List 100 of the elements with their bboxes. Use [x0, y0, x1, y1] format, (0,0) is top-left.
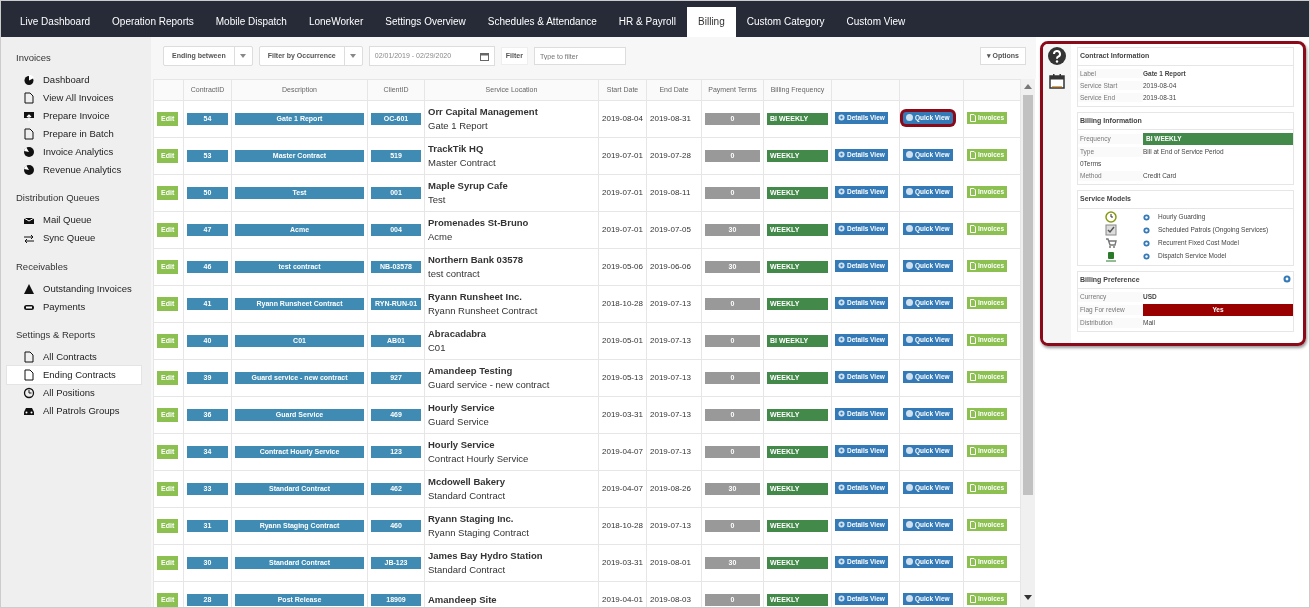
document-icon [970, 113, 976, 122]
start-date: 2019-03-31 [602, 410, 643, 420]
section-heading: Settings & Reports [16, 327, 97, 342]
pie-chart-icon [23, 146, 35, 159]
caret-icon[interactable] [240, 54, 247, 58]
document-icon [23, 128, 35, 141]
sidebar-item[interactable]: Revenue Analytics [7, 161, 141, 180]
car-icon [23, 405, 35, 417]
sidebar-item[interactable]: Mail Queue [7, 211, 141, 230]
end-date: 2019-07-13 [650, 373, 691, 383]
document-icon [970, 372, 976, 381]
location-description: Guard service - new contract [428, 378, 551, 392]
start-date: 2018-10-28 [602, 299, 643, 309]
gear-icon [838, 114, 845, 122]
info-icon [906, 151, 913, 159]
location-name: Northern Bank 03578 [428, 252, 525, 267]
sidebar-item[interactable]: Sync Queue [7, 229, 141, 248]
end-date: 2019-07-13 [650, 521, 691, 531]
start-date: 2019-07-01 [602, 151, 643, 161]
gear-icon [838, 521, 845, 529]
end-date: 2019-06-06 [650, 262, 691, 272]
gear-icon [838, 151, 845, 159]
nav-tab[interactable]: Mobile Dispatch [204, 7, 298, 37]
gear-icon [838, 484, 845, 492]
scrollbar[interactable] [1021, 79, 1035, 607]
location-description: Standard Contract [428, 489, 507, 503]
info-icon [906, 447, 913, 455]
info-icon [906, 373, 913, 381]
info-icon [906, 595, 913, 603]
location-description: Ryann Runsheet Contract [428, 304, 539, 318]
info-icon [906, 262, 913, 270]
start-date: 2019-05-13 [602, 373, 643, 383]
gear-icon[interactable] [1283, 274, 1291, 283]
document-icon [970, 409, 976, 418]
end-date: 2019-08-11 [650, 188, 691, 198]
start-date: 2019-03-31 [602, 558, 643, 568]
gear-icon [838, 336, 845, 344]
sidebar-item[interactable]: Prepare in Batch [7, 125, 141, 144]
info-icon [906, 410, 913, 418]
end-date: 2019-08-31 [650, 114, 691, 124]
location-description: C01 [428, 341, 447, 355]
location-description: Acme [428, 230, 454, 244]
gear-icon [838, 410, 845, 418]
nav-tab[interactable]: Schedules & Attendance [476, 7, 608, 37]
sync-icon [23, 232, 35, 245]
location-name: Abracadabra [428, 326, 488, 341]
section-heading: Invoices [16, 51, 52, 65]
nav-tab[interactable]: Custom View [835, 7, 917, 37]
sidebar-item[interactable]: Outstanding Invoices [7, 279, 141, 298]
document-icon [23, 92, 35, 105]
nav-tab[interactable]: HR & Payroll [607, 7, 688, 37]
calendar-icon[interactable] [1049, 73, 1065, 89]
start-date: 2018-10-28 [602, 521, 643, 531]
section-heading: Distribution Queues [16, 191, 101, 206]
warning-icon [23, 282, 35, 295]
help-icon[interactable] [1048, 47, 1066, 65]
start-date: 2019-04-01 [602, 595, 643, 605]
location-description: test contract [428, 267, 481, 281]
nav-tab[interactable]: Custom Category [735, 7, 836, 37]
sidebar-item[interactable]: All Patrols Groups [7, 402, 141, 420]
document-icon [970, 483, 976, 492]
end-date: 2019-07-28 [650, 151, 691, 161]
start-date: 2019-04-07 [602, 447, 643, 457]
sidebar-item[interactable]: All Positions [7, 384, 141, 402]
start-date: 2019-07-01 [602, 188, 643, 198]
location-name: Amandeep Site [428, 592, 498, 607]
sidebar-item[interactable]: All Contracts [7, 348, 141, 366]
info-icon [906, 114, 913, 122]
end-date: 2019-07-05 [650, 225, 691, 235]
gear-icon [838, 558, 845, 566]
start-date: 2019-05-01 [602, 336, 643, 346]
gear-icon [838, 299, 845, 307]
sidebar-item[interactable]: Prepare Invoice [7, 107, 141, 126]
nav-tab[interactable]: Settings Overview [374, 7, 477, 37]
caret-icon[interactable] [350, 54, 357, 58]
info-icon [906, 484, 913, 492]
nav-tab[interactable]: LoneWorker [297, 7, 375, 37]
document-icon [970, 446, 976, 455]
document-icon [970, 224, 976, 233]
location-name: Mcdowell Bakery [428, 474, 507, 489]
calendar-icon[interactable] [479, 51, 489, 61]
document-icon [23, 369, 35, 381]
location-description: Test [428, 193, 447, 207]
nav-tab[interactable]: Billing [687, 7, 736, 37]
sidebar-item[interactable]: Payments [7, 297, 141, 316]
location-name: Ryann Runsheet Inc. [428, 289, 523, 304]
gear-icon [838, 262, 845, 270]
location-name: Maple Syrup Cafe [428, 178, 509, 193]
sidebar-item[interactable]: View All Invoices [7, 89, 141, 108]
document-icon [970, 594, 976, 603]
nav-tab[interactable]: Live Dashboard [9, 7, 102, 37]
document-icon [970, 557, 976, 566]
start-date: 2019-07-01 [602, 225, 643, 235]
sidebar-item[interactable]: Dashboard [7, 71, 141, 90]
gear-icon [838, 595, 845, 603]
gear-icon [838, 188, 845, 196]
sidebar-item[interactable]: Invoice Analytics [7, 143, 141, 162]
nav-tab[interactable]: Operation Reports [101, 7, 205, 37]
sidebar-item[interactable]: Ending Contracts [7, 366, 141, 384]
location-name: James Bay Hydro Station [428, 548, 544, 563]
